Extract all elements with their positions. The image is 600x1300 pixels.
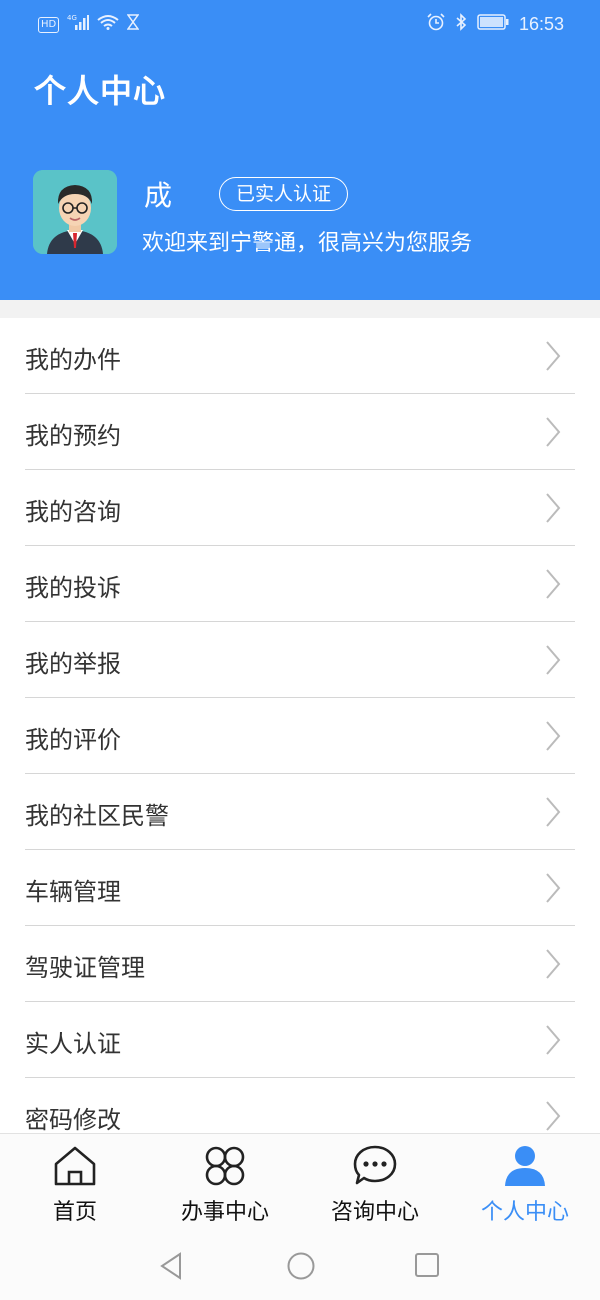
hd-icon: HD [38, 16, 60, 33]
menu-item-label: 我的预约 [25, 422, 121, 450]
menu-item-label: 我的投诉 [25, 574, 121, 602]
menu-list: 我的办件 我的预约 我的咨询 我的投诉 我的举报 我的评价 我的社区民警 车辆管… [0, 318, 600, 1133]
battery-icon [477, 14, 509, 35]
chevron-right-icon [546, 721, 561, 751]
hourglass-icon [126, 14, 140, 35]
chevron-right-icon [546, 417, 561, 447]
system-nav-bar [0, 1233, 600, 1300]
status-bar: HD 4G 16:53 [0, 0, 600, 52]
recent-apps-icon[interactable] [414, 1251, 440, 1281]
home-icon [54, 1146, 96, 1186]
menu-item-label: 我的社区民警 [25, 802, 169, 830]
menu-item-community-police[interactable]: 我的社区民警 [25, 774, 575, 850]
profile-header: HD 4G 16:53 个人中心 成 已实人认证 欢迎来到宁警通，很高兴为您服务 [0, 0, 600, 300]
menu-item-license-management[interactable]: 驾驶证管理 [25, 926, 575, 1002]
menu-item-label: 驾驶证管理 [25, 954, 145, 982]
signal-icon: 4G [67, 14, 90, 35]
menu-item-label: 我的办件 [25, 346, 121, 374]
bluetooth-icon [455, 13, 467, 36]
back-icon[interactable] [158, 1251, 184, 1281]
menu-item-label: 我的咨询 [25, 498, 121, 526]
menu-item-my-reviews[interactable]: 我的评价 [25, 698, 575, 774]
avatar[interactable] [33, 170, 117, 254]
menu-item-my-cases[interactable]: 我的办件 [25, 318, 575, 394]
chat-bubble-icon [353, 1145, 397, 1185]
welcome-message: 欢迎来到宁警通，很高兴为您服务 [142, 231, 473, 256]
menu-item-my-appointments[interactable]: 我的预约 [25, 394, 575, 470]
chevron-right-icon [546, 493, 561, 523]
tab-service-center[interactable]: 办事中心 [150, 1134, 300, 1234]
chevron-right-icon [546, 341, 561, 371]
clover-icon [205, 1146, 245, 1186]
person-icon [505, 1146, 545, 1186]
chevron-right-icon [546, 873, 561, 903]
tab-home[interactable]: 首页 [0, 1134, 150, 1234]
chevron-right-icon [546, 569, 561, 599]
menu-item-my-reports[interactable]: 我的举报 [25, 622, 575, 698]
alarm-icon [427, 13, 445, 36]
page-title: 个人中心 [34, 72, 167, 110]
signal-label: 4G [67, 14, 77, 22]
verified-badge: 已实人认证 [219, 177, 349, 211]
menu-item-identity-verification[interactable]: 实人认证 [25, 1002, 575, 1078]
menu-item-label: 我的评价 [25, 726, 121, 754]
wifi-icon [97, 14, 119, 35]
menu-item-my-complaints[interactable]: 我的投诉 [25, 546, 575, 622]
menu-item-label: 实人认证 [25, 1030, 121, 1058]
menu-item-vehicle-management[interactable]: 车辆管理 [25, 850, 575, 926]
chevron-right-icon [546, 645, 561, 675]
tab-consult-center[interactable]: 咨询中心 [300, 1134, 450, 1234]
tab-label: 个人中心 [480, 1200, 569, 1225]
tab-personal-center[interactable]: 个人中心 [450, 1134, 600, 1234]
home-circle-icon[interactable] [286, 1251, 316, 1281]
tab-label: 办事中心 [180, 1200, 269, 1225]
menu-item-label: 车辆管理 [25, 878, 121, 906]
tab-label: 咨询中心 [330, 1200, 419, 1225]
menu-item-my-consultations[interactable]: 我的咨询 [25, 470, 575, 546]
menu-item-label: 我的举报 [25, 650, 121, 678]
chevron-right-icon [546, 1101, 561, 1131]
user-name: 成 [144, 179, 173, 212]
clock: 16:53 [518, 14, 564, 34]
menu-item-label: 密码修改 [25, 1106, 121, 1133]
chevron-right-icon [546, 1025, 561, 1055]
tab-label: 首页 [52, 1200, 97, 1225]
bottom-tab-bar: 首页 办事中心 咨询中心 个人中心 [0, 1133, 600, 1234]
menu-item-change-password[interactable]: 密码修改 [25, 1078, 575, 1133]
chevron-right-icon [546, 949, 561, 979]
chevron-right-icon [546, 797, 561, 827]
